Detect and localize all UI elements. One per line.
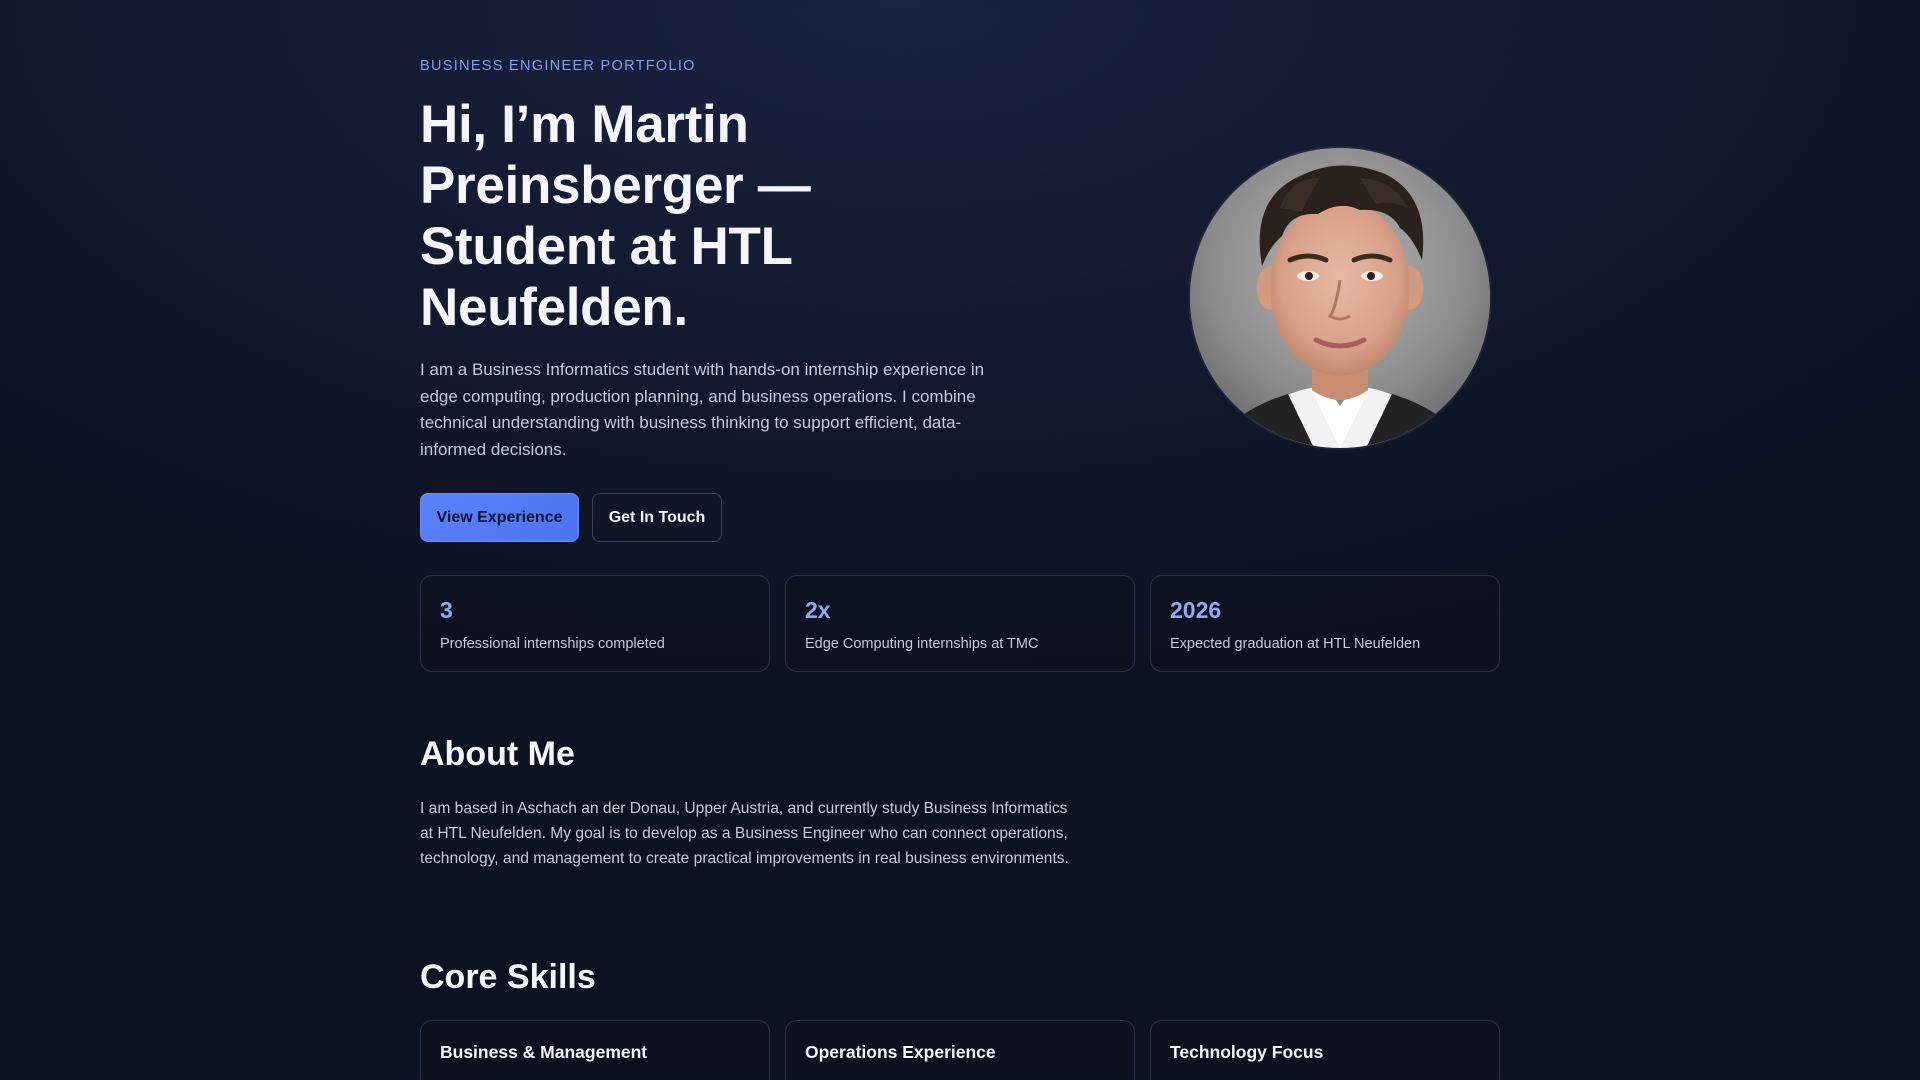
stat-value: 3 xyxy=(440,597,453,623)
stat-card-internships: 3 Professional internships completed xyxy=(420,575,770,672)
hero-eyebrow: BUSINESS ENGINEER PORTFOLIO xyxy=(420,58,696,74)
hero-description: I am a Business Informatics student with… xyxy=(420,360,985,460)
portfolio-page: BUSINESS ENGINEER PORTFOLIO Hi, I’m Mart… xyxy=(0,0,1920,1080)
view-experience-button[interactable]: View Experience xyxy=(420,493,579,542)
stat-label: Expected graduation at HTL Neufelden xyxy=(1170,636,1421,652)
avatar xyxy=(1190,148,1490,448)
stat-label: Edge Computing internships at TMC xyxy=(805,636,1039,652)
stat-card-graduation: 2026 Expected graduation at HTL Neufelde… xyxy=(1150,575,1500,672)
stat-value: 2026 xyxy=(1170,597,1222,623)
hero-title: Hi, I’m Martin Preinsberger — Student at… xyxy=(420,95,811,337)
skill-card-business: Business & Management xyxy=(420,1020,770,1080)
skill-card-title: Technology Focus xyxy=(1170,1042,1324,1062)
skills-title: Core Skills xyxy=(420,958,596,996)
about-text: I am based in Aschach an der Donau, Uppe… xyxy=(420,800,1069,867)
skill-card-title: Operations Experience xyxy=(805,1042,996,1062)
get-in-touch-button[interactable]: Get In Touch xyxy=(592,493,722,542)
about-title: About Me xyxy=(420,735,575,773)
stat-value: 2x xyxy=(805,597,831,623)
stat-label: Professional internships completed xyxy=(440,636,665,652)
skill-card-operations: Operations Experience xyxy=(785,1020,1135,1080)
stat-card-edge-computing: 2x Edge Computing internships at TMC xyxy=(785,575,1135,672)
skill-card-title: Business & Management xyxy=(440,1042,648,1062)
skill-card-technology: Technology Focus xyxy=(1150,1020,1500,1080)
profile-photo-icon xyxy=(1190,148,1490,448)
